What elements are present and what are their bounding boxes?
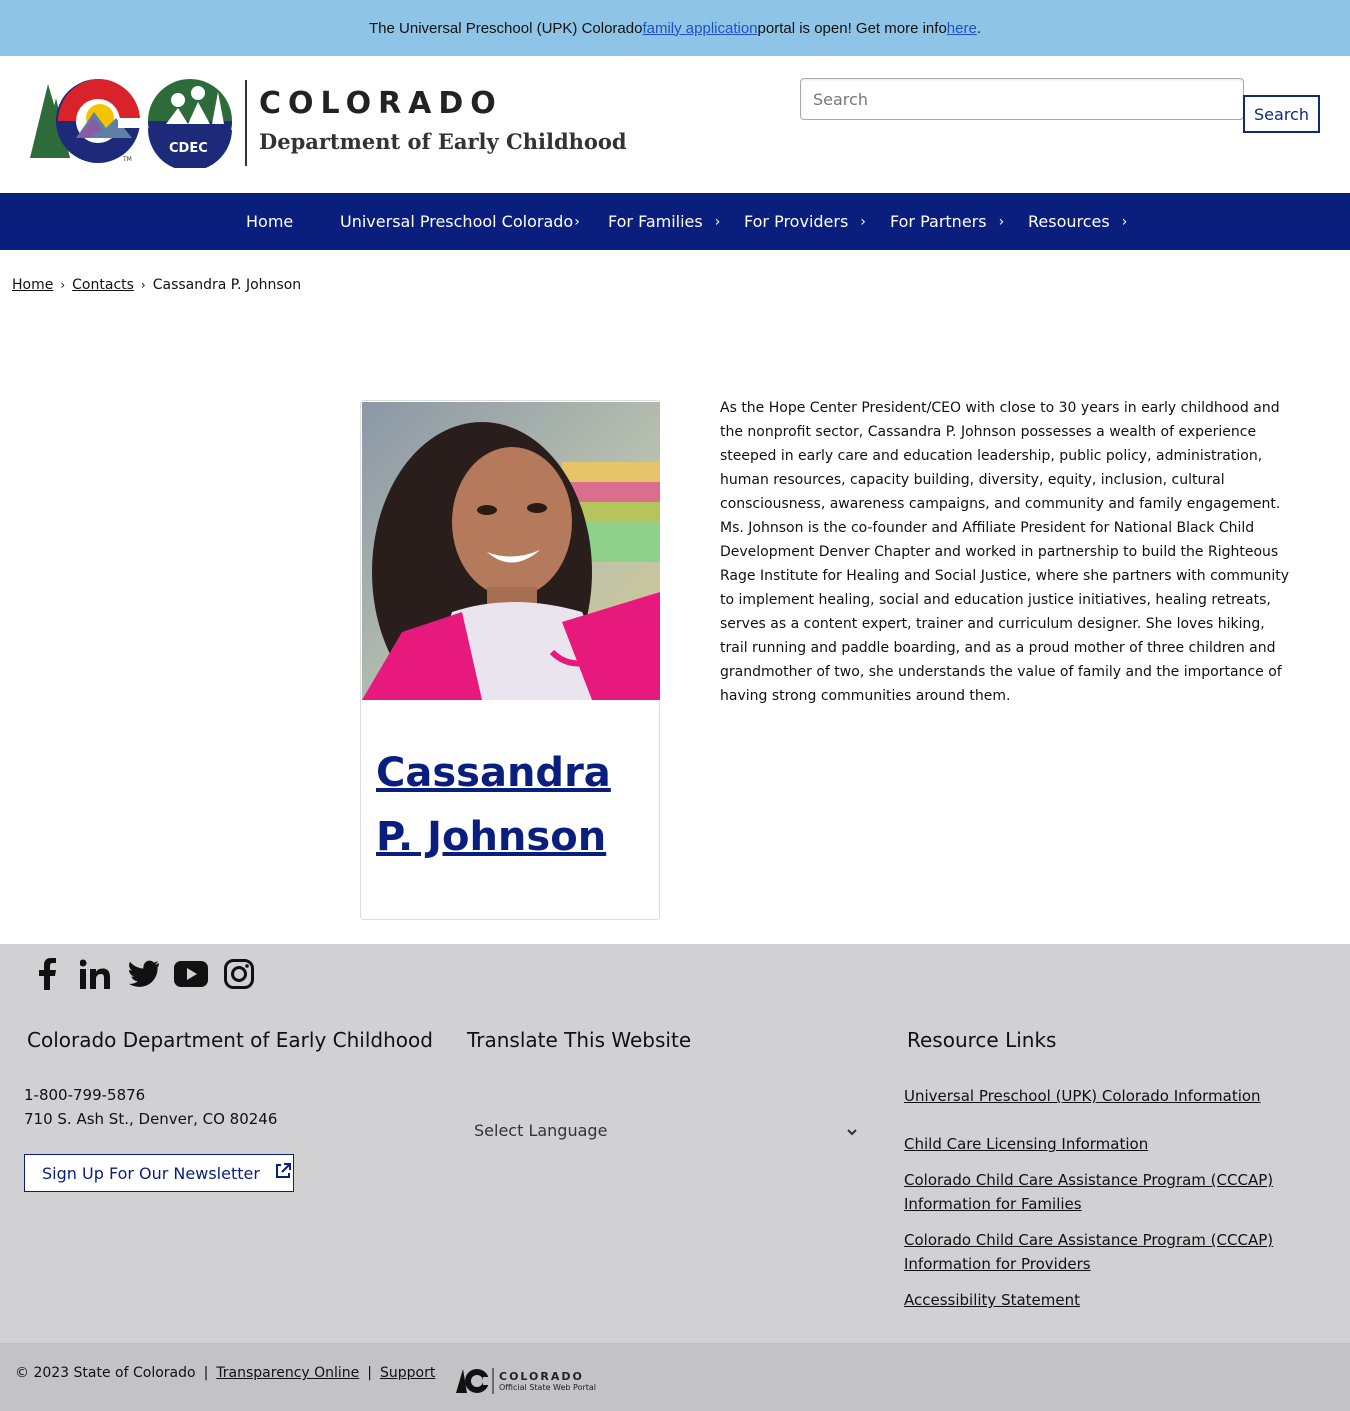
alert-text-after: . <box>976 19 981 37</box>
alert-text-before: The Universal Preschool (UPK) Colorado <box>369 19 643 37</box>
external-link-icon <box>274 1162 292 1184</box>
portal-text: COLORADO Official State Web Portal <box>499 1370 596 1392</box>
colorado-portal-icon <box>456 1368 494 1394</box>
chevron-right-icon: › <box>860 213 866 230</box>
chevron-right-icon: › <box>998 213 1005 230</box>
copyright-text: © 2023 State of Colorado <box>15 1365 196 1381</box>
resource-link-cccap-families[interactable]: Colorado Child Care Assistance Program (… <box>904 1168 1284 1216</box>
breadcrumb-current: Cassandra P. Johnson <box>152 277 302 293</box>
nav-item-label: Home <box>246 212 294 231</box>
footer-phone: 1-800-799-5876 <box>24 1086 146 1104</box>
alert-banner: The Universal Preschool (UPK) Colorado f… <box>0 0 1350 56</box>
footer-resources-title: Resource Links <box>907 1028 1057 1052</box>
nav-item-label: Resources <box>1028 212 1110 231</box>
resource-link-licensing[interactable]: Child Care Licensing Information <box>904 1132 1284 1156</box>
state-portal-logo[interactable]: COLORADO Official State Web Portal <box>455 1366 596 1396</box>
breadcrumb-contacts[interactable]: Contacts <box>72 277 134 293</box>
breadcrumb: Home › Contacts › Cassandra P. Johnson <box>12 277 301 293</box>
transparency-link[interactable]: Transparency Online <box>216 1365 359 1381</box>
nav-item-for-partners[interactable]: For Partners › <box>890 193 1004 250</box>
copyright: © 2023 State of Colorado | Transparency … <box>15 1365 435 1381</box>
bottom-bar: © 2023 State of Colorado | Transparency … <box>0 1343 1350 1411</box>
nav-item-label: For Partners <box>890 212 987 231</box>
footer-translate-title: Translate This Website <box>467 1028 692 1052</box>
alert-text-middle: portal is open! Get more info <box>757 19 947 37</box>
instagram-icon[interactable] <box>222 956 256 992</box>
svg-text:TM: TM <box>122 156 132 163</box>
resource-link-upk[interactable]: Universal Preschool (UPK) Colorado Infor… <box>904 1084 1284 1108</box>
breadcrumb-home[interactable]: Home <box>12 277 53 293</box>
portal-subtitle: Official State Web Portal <box>499 1383 597 1392</box>
profile-bio: As the Hope Center President/CEO with cl… <box>720 400 1290 704</box>
profile-name-link[interactable]: Cassandra P. Johnson <box>376 741 646 869</box>
brand-title: COLORADO <box>259 86 503 121</box>
nav-item-for-providers[interactable]: For Providers › <box>744 193 866 250</box>
support-link[interactable]: Support <box>380 1365 435 1381</box>
search-button[interactable]: Search <box>1243 95 1320 133</box>
search-input[interactable] <box>800 78 1244 120</box>
svg-text:CDEC: CDEC <box>169 141 208 156</box>
colorado-c-logo-icon: TM CDEC <box>30 79 232 168</box>
nav-item-for-families[interactable]: For Families › <box>608 193 720 250</box>
brand-subtitle: Department of Early Childhood <box>259 129 627 154</box>
profile-photo <box>362 402 660 700</box>
facebook-icon[interactable] <box>30 956 64 992</box>
site-footer: Colorado Department of Early Childhood 1… <box>0 944 1350 1343</box>
nav-item-home[interactable]: Home <box>246 193 293 250</box>
language-select[interactable]: Select Language <box>466 1112 866 1148</box>
portal-title: COLORADO <box>499 1370 584 1383</box>
cdec-logo[interactable]: TM CDEC <box>28 79 244 168</box>
footer-org-title: Colorado Department of Early Childhood <box>27 1028 433 1052</box>
resource-link-cccap-providers[interactable]: Colorado Child Care Assistance Program (… <box>904 1228 1284 1276</box>
resource-link-accessibility[interactable]: Accessibility Statement <box>904 1288 1284 1312</box>
newsletter-label: Sign Up For Our Newsletter <box>42 1163 260 1183</box>
twitter-icon[interactable] <box>126 956 160 992</box>
separator: | <box>367 1365 373 1381</box>
nav-item-label: Universal Preschool Colorado <box>340 212 574 231</box>
nav-item-label: For Families <box>608 212 703 231</box>
chevron-down-icon <box>846 1121 858 1140</box>
language-select-value: Select Language <box>474 1120 608 1140</box>
here-link[interactable]: here <box>947 20 977 37</box>
profile-card: Cassandra P. Johnson <box>360 400 660 920</box>
nav-item-universal-preschool[interactable]: Universal Preschool Colorado › <box>340 193 580 250</box>
chevron-right-icon: › <box>574 213 580 230</box>
newsletter-button[interactable]: Sign Up For Our Newsletter <box>24 1154 294 1192</box>
footer-address: 710 S. Ash St., Denver, CO 80246 <box>24 1110 278 1128</box>
logo-divider <box>245 80 247 166</box>
linkedin-icon[interactable] <box>78 956 112 992</box>
nav-item-resources[interactable]: Resources › <box>1028 193 1127 250</box>
chevron-right-icon: › <box>60 278 66 292</box>
youtube-icon[interactable] <box>174 956 208 992</box>
separator: | <box>203 1365 209 1381</box>
chevron-right-icon: › <box>1121 213 1128 230</box>
main-nav: Home Universal Preschool Colorado › For … <box>0 193 1350 250</box>
chevron-right-icon: › <box>714 213 721 230</box>
family-application-link[interactable]: family application <box>642 20 757 37</box>
chevron-right-icon: › <box>140 278 146 292</box>
site-header: TM CDEC <box>0 56 1350 193</box>
social-links <box>30 956 256 992</box>
nav-item-label: For Providers <box>744 212 849 231</box>
